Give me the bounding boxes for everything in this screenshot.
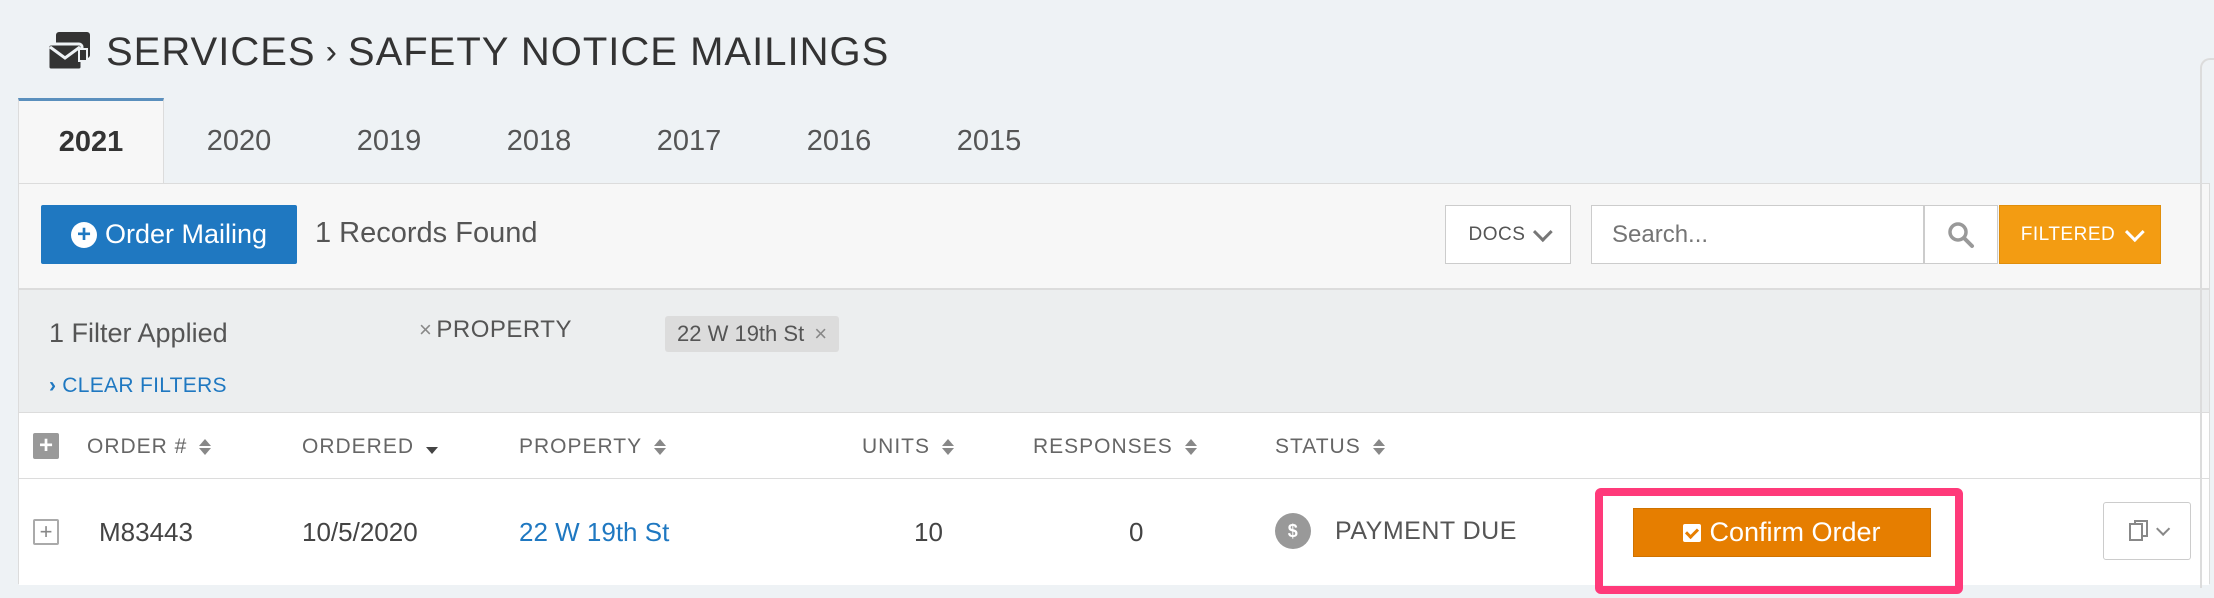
chevron-down-icon — [1533, 221, 1554, 242]
filter-field: × PROPERTY — [419, 316, 572, 344]
remove-filter-field-icon[interactable]: × — [419, 317, 432, 343]
filter-field-label: PROPERTY — [436, 316, 572, 343]
copy-icon — [2129, 520, 2148, 541]
table-header: + ORDER # ORDERED PROPERTY UNITS RESPONS… — [19, 413, 2209, 479]
sort-icon — [654, 439, 667, 455]
responses-value: 0 — [1129, 517, 1144, 547]
search-button[interactable] — [1924, 205, 1998, 264]
column-label: STATUS — [1275, 435, 1361, 458]
clear-filters-link[interactable]: › CLEAR FILTERS — [49, 374, 227, 398]
docs-dropdown[interactable]: DOCS — [1445, 205, 1571, 264]
tab-2015[interactable]: 2015 — [914, 98, 1064, 184]
filtered-dropdown[interactable]: FILTERED — [1999, 205, 2161, 264]
confirm-order-label: Confirm Order — [1709, 517, 1881, 547]
status-badge: $ PAYMENT DUE — [1275, 513, 1517, 549]
tab-2020[interactable]: 2020 — [164, 98, 314, 184]
records-count: 1 Records Found — [315, 217, 538, 249]
expand-all-icon[interactable]: + — [33, 433, 59, 459]
order-mailing-label: Order Mailing — [104, 219, 268, 249]
page-header: SERVICES › SAFETY NOTICE MAILINGS — [46, 24, 889, 80]
column-label: ORDERED — [302, 435, 415, 458]
column-order-number[interactable]: ORDER # — [87, 435, 212, 459]
mail-folder-icon — [46, 32, 90, 72]
sort-icon — [1372, 439, 1385, 455]
column-status[interactable]: STATUS — [1275, 435, 1385, 459]
plus-circle-icon: + — [70, 221, 97, 248]
mailings-table: + ORDER # ORDERED PROPERTY UNITS RESPONS… — [19, 412, 2209, 594]
confirm-order-button[interactable]: Confirm Order — [1633, 508, 1931, 557]
column-responses[interactable]: RESPONSES — [1033, 435, 1197, 459]
breadcrumb-separator: › — [325, 32, 338, 71]
checkbox-checked-icon — [1683, 523, 1702, 542]
mailings-panel: + Order Mailing 1 Records Found DOCS FIL… — [18, 183, 2210, 594]
search-icon — [1948, 221, 1974, 248]
sort-icon — [942, 439, 954, 455]
table-row: + M83443 10/5/2020 22 W 19th St 10 0 $ P… — [19, 479, 2209, 594]
breadcrumb-current: SAFETY NOTICE MAILINGS — [347, 29, 890, 74]
tab-2016[interactable]: 2016 — [764, 98, 914, 184]
sort-icon — [1184, 439, 1197, 455]
chevron-right-icon: › — [49, 374, 57, 397]
column-property[interactable]: PROPERTY — [519, 435, 667, 459]
ordered-date: 10/5/2020 — [302, 517, 418, 547]
expand-row-icon[interactable]: + — [33, 519, 59, 545]
column-label: ORDER # — [87, 435, 188, 458]
filter-tag-value: 22 W 19th St — [677, 321, 805, 346]
remove-filter-tag-icon[interactable]: × — [814, 321, 827, 347]
dollar-icon: $ — [1275, 513, 1311, 549]
tab-2021[interactable]: 2021 — [18, 98, 164, 184]
docs-label: DOCS — [1468, 223, 1526, 245]
filter-count: 1 Filter Applied — [49, 318, 228, 348]
tab-2018[interactable]: 2018 — [464, 98, 614, 184]
column-units[interactable]: UNITS — [862, 435, 954, 459]
row-actions-dropdown[interactable] — [2103, 502, 2191, 560]
tab-2019[interactable]: 2019 — [314, 98, 464, 184]
order-mailing-button[interactable]: + Order Mailing — [41, 205, 297, 264]
order-number: M83443 — [99, 517, 193, 547]
units-value: 10 — [914, 517, 943, 547]
status-text: PAYMENT DUE — [1335, 516, 1517, 545]
filter-bar: 1 Filter Applied × PROPERTY 22 W 19th St… — [19, 288, 2209, 412]
chevron-down-icon — [2156, 521, 2171, 536]
sort-desc-icon — [426, 441, 439, 454]
page-title: SERVICES › SAFETY NOTICE MAILINGS — [106, 30, 889, 75]
filter-tag: 22 W 19th St × — [665, 316, 840, 352]
sort-icon — [199, 439, 212, 455]
property-link[interactable]: 22 W 19th St — [519, 517, 669, 548]
column-label: RESPONSES — [1033, 435, 1173, 458]
right-edge-border — [2200, 58, 2214, 588]
column-label: PROPERTY — [519, 435, 643, 458]
search-input[interactable] — [1591, 205, 1924, 264]
year-tabs: 2021 2020 2019 2018 2017 2016 2015 — [18, 98, 1064, 184]
toolbar: + Order Mailing 1 Records Found DOCS FIL… — [19, 184, 2209, 288]
clear-filters-label: CLEAR FILTERS — [62, 374, 227, 397]
column-ordered[interactable]: ORDERED — [302, 435, 439, 459]
breadcrumb-services[interactable]: SERVICES — [106, 30, 316, 75]
filtered-label: FILTERED — [2020, 223, 2116, 245]
column-label: UNITS — [862, 435, 930, 458]
chevron-down-icon — [2125, 221, 2145, 242]
tab-2017[interactable]: 2017 — [614, 98, 764, 184]
